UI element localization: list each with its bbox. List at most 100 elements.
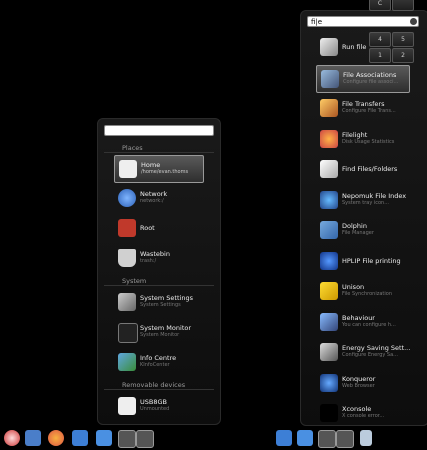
gear-icon [320, 38, 338, 56]
device-item-usb8gb[interactable]: USB8GB Unmounted [114, 393, 210, 419]
konqueror-icon [320, 373, 338, 392]
result-item[interactable]: Konqueror Web Browser [316, 370, 408, 396]
system-label: System Monitor [140, 324, 192, 332]
run-search-input[interactable]: fi|e [307, 16, 419, 27]
tools-icon [118, 293, 136, 311]
unison-icon [320, 282, 338, 300]
thunderbird-icon[interactable] [72, 430, 88, 446]
red-folder-icon [118, 219, 136, 237]
file-transfers-icon [320, 99, 338, 117]
system-item-settings[interactable]: System Settings System Settings [114, 289, 210, 315]
result-label: Behaviour [342, 313, 375, 322]
result-sub: File Synchronization [342, 291, 393, 297]
desktop-pager-icon[interactable] [318, 430, 336, 448]
places-search-input[interactable] [104, 125, 214, 136]
places-launcher-panel: Places Home /home/evan.thoms Network net… [97, 118, 221, 425]
result-label: File Transfers [342, 100, 385, 108]
result-label: Filelight [342, 130, 368, 139]
device-label: USB8GB [140, 398, 167, 406]
result-sub: Web Browser [342, 382, 375, 389]
folder-icon[interactable] [96, 430, 112, 446]
place-sub: network:/ [140, 198, 164, 204]
result-item[interactable]: Dolphin File Manager [316, 217, 408, 243]
desktop-pager-icon[interactable] [118, 430, 136, 448]
result-item[interactable]: Unison File Synchronization [316, 278, 408, 304]
file-associations-icon [321, 69, 339, 88]
divider [104, 285, 214, 286]
result-sub: Disk Usage Statistics [342, 138, 395, 145]
trash-icon [118, 249, 136, 267]
place-label: Root [140, 224, 155, 232]
result-sub: System tray icon... [342, 199, 389, 206]
desktop-pager-icon[interactable] [336, 430, 354, 448]
usb-drive-icon [118, 397, 136, 415]
calc-key[interactable]: C [369, 0, 391, 11]
divider [104, 389, 214, 390]
result-label: Nepomuk File Index [342, 191, 407, 200]
system-sub: System Settings [140, 302, 181, 308]
section-system-heading: System [122, 277, 147, 285]
result-label: Run file [342, 43, 367, 51]
place-item-network[interactable]: Network network:/ [114, 185, 202, 211]
kickoff-menu-icon[interactable] [4, 430, 20, 446]
result-label: Unison [342, 283, 365, 291]
result-sub: X console error... [342, 413, 385, 419]
result-item[interactable]: HPLIP File printing [316, 248, 408, 274]
result-sub: You can configure h... [342, 321, 396, 328]
section-removable-heading: Removable devices [122, 381, 186, 389]
place-label: Wastebin [140, 250, 170, 258]
system-sub: KInfoCenter [140, 362, 170, 368]
result-item[interactable]: File Associations Configure file associ..… [316, 64, 410, 93]
place-sub: trash:/ [140, 258, 157, 264]
result-label: Dolphin [342, 222, 367, 230]
result-sub: Configure Energy Sa... [342, 352, 398, 358]
result-label: File Associations [343, 70, 397, 79]
thunderbird-icon[interactable] [276, 430, 292, 446]
filelight-icon [320, 129, 338, 148]
result-item[interactable]: Behaviour You can configure h... [316, 309, 408, 335]
result-item[interactable]: File Transfers Configure File Trans... [316, 95, 408, 121]
section-places-heading: Places [122, 144, 143, 152]
bird-icon[interactable] [25, 430, 41, 446]
place-label: Home [141, 161, 161, 169]
result-item[interactable]: Xconsole X console error... [316, 400, 408, 426]
dolphin-icon [320, 221, 338, 239]
result-label: Energy Saving Sett... [342, 344, 411, 352]
info-centre-icon [118, 353, 136, 371]
result-item[interactable]: Run file [316, 34, 408, 60]
clipboard-icon[interactable] [360, 430, 372, 446]
calc-key[interactable] [392, 0, 414, 11]
result-label: Konqueror [342, 374, 376, 383]
result-item[interactable]: Filelight Disk Usage Statistics [316, 126, 408, 152]
xconsole-icon [320, 404, 338, 422]
result-item[interactable]: Energy Saving Sett... Configure Energy Sa… [316, 339, 411, 365]
result-label: HPLIP File printing [342, 256, 401, 265]
hplip-icon [320, 251, 338, 270]
place-item-wastebin[interactable]: Wastebin trash:/ [114, 245, 202, 271]
folder-icon[interactable] [297, 430, 313, 446]
network-globe-icon [118, 189, 136, 207]
result-label: Xconsole [342, 405, 372, 413]
result-item[interactable]: Nepomuk File Index System tray icon... [316, 187, 408, 213]
find-files-icon [320, 160, 338, 178]
place-sub: /home/evan.thoms [141, 169, 189, 175]
place-item-root[interactable]: Root [114, 215, 202, 241]
home-icon [119, 160, 137, 178]
device-sub: Unmounted [140, 406, 170, 412]
system-sub: System Monitor [140, 332, 180, 338]
system-item-monitor[interactable]: System Monitor System Monitor [114, 319, 210, 345]
system-label: System Settings [140, 294, 193, 302]
result-item[interactable]: Find Files/Folders [316, 156, 408, 182]
result-label: Find Files/Folders [342, 165, 398, 173]
divider [104, 152, 214, 153]
monitor-icon [118, 323, 138, 343]
desktop-pager-icon[interactable] [136, 430, 154, 448]
place-item-home[interactable]: Home /home/evan.thoms [114, 155, 204, 183]
energy-saving-icon [320, 343, 338, 361]
system-label: Info Centre [140, 354, 177, 362]
clear-search-icon[interactable] [410, 18, 417, 25]
behaviour-icon [320, 312, 338, 331]
result-sub: Configure file associ... [343, 78, 399, 85]
firefox-icon[interactable] [48, 430, 64, 446]
system-item-info-centre[interactable]: Info Centre KInfoCenter [114, 349, 210, 375]
